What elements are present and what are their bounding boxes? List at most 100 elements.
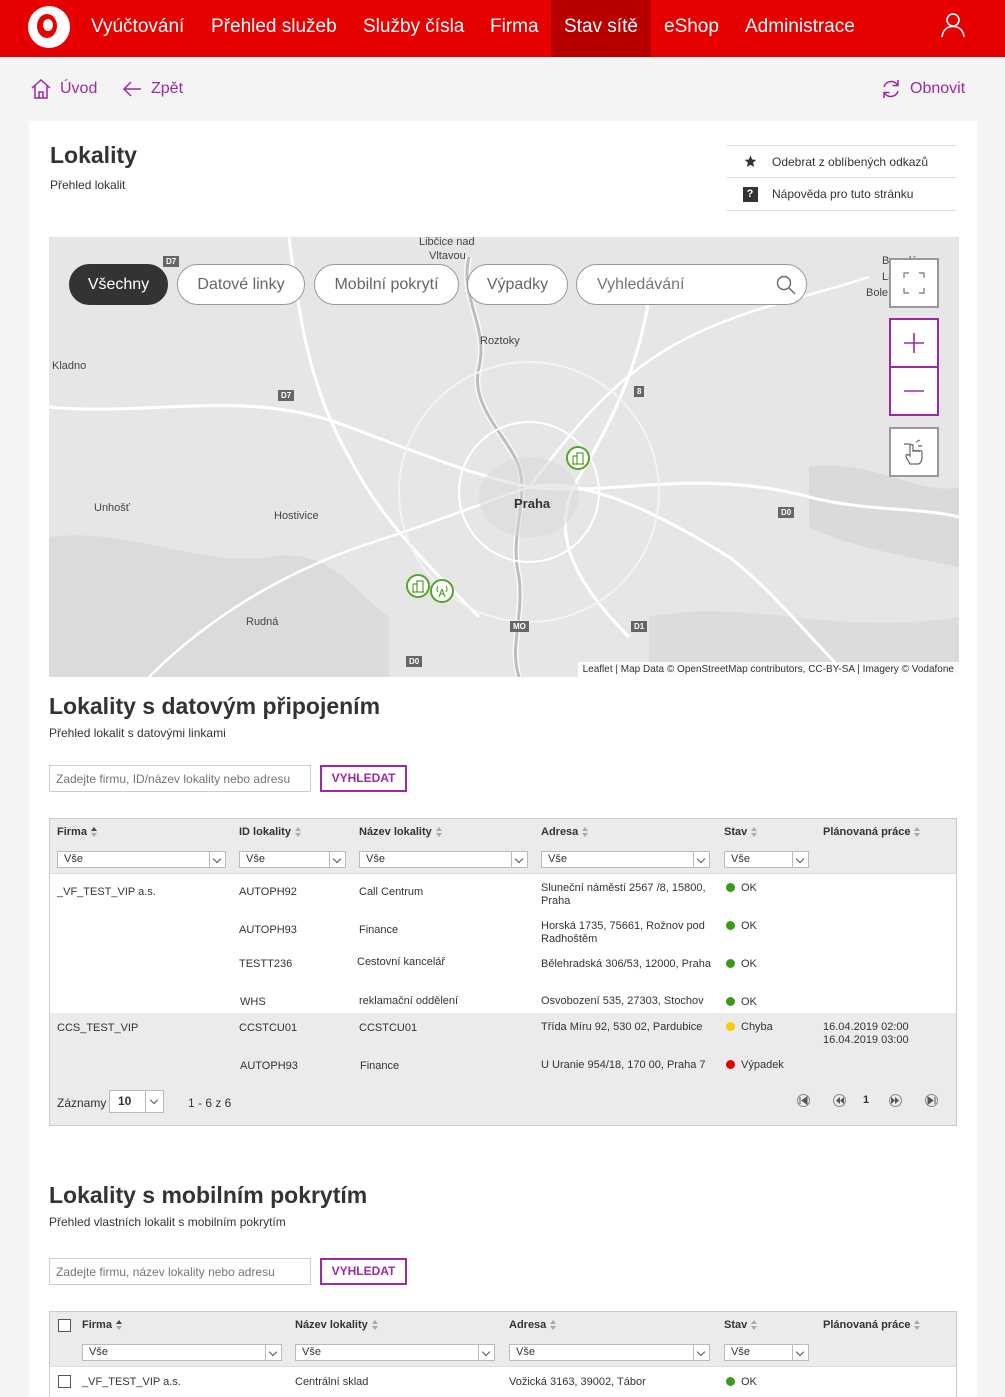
filter-select-adresa[interactable]: Vše (541, 851, 710, 868)
antenna-icon (436, 585, 448, 598)
location-marker-antenna[interactable] (430, 579, 454, 603)
hand-pointer-icon (904, 439, 923, 465)
filter-select-adresa[interactable]: Vše (509, 1344, 710, 1361)
filter-datove-linky[interactable]: Datové linky (177, 264, 305, 305)
nav-item-prehled-sluzeb[interactable]: Přehled služeb (211, 0, 337, 57)
sort-icon (115, 1319, 123, 1331)
sort-icon (914, 826, 921, 838)
nav-item-administrace[interactable]: Administrace (745, 0, 855, 57)
table-pager: Záznamy 10 1 - 6 z 6 1 (50, 1077, 956, 1125)
data-search-button[interactable]: VYHLEDAT (320, 765, 407, 792)
road-sign: 8 (634, 386, 645, 397)
chevron-down-icon (511, 852, 527, 867)
column-header-nazev[interactable]: Název lokality (359, 826, 443, 838)
help-link[interactable]: ? Nápověda pro tuto stránku (726, 178, 956, 211)
cell-nazev[interactable]: Cestovní kancelář (357, 956, 445, 968)
nav-item-stav-site[interactable]: Stav sítě (551, 0, 651, 57)
cell-nazev[interactable]: Call Centrum (359, 886, 423, 898)
filter-vsechny[interactable]: Všechny (69, 264, 168, 305)
filter-row: Vše Vše Vše Vše (50, 1339, 956, 1367)
column-header-id[interactable]: ID lokality (239, 826, 302, 838)
current-page[interactable]: 1 (863, 1094, 869, 1106)
nav-item-vyuctovani[interactable]: Vyúčtování (91, 0, 184, 57)
user-icon[interactable] (940, 12, 966, 38)
search-icon[interactable] (776, 275, 796, 295)
cell-nazev[interactable]: reklamační oddělení (359, 995, 458, 1007)
filter-select-firma[interactable]: Vše (57, 851, 226, 868)
first-page-button[interactable] (797, 1094, 810, 1107)
mobile-search-input[interactable] (49, 1258, 311, 1285)
row-checkbox[interactable] (58, 1375, 71, 1388)
vodafone-logo[interactable] (28, 6, 70, 48)
column-header-planovana-prace[interactable]: Plánovaná práce (823, 826, 921, 838)
column-header-firma[interactable]: Firma (57, 826, 98, 838)
filter-select-nazev[interactable]: Vše (359, 851, 528, 868)
select-all-checkbox[interactable] (58, 1319, 71, 1332)
previous-page-button[interactable] (833, 1094, 846, 1107)
first-page-icon (799, 1096, 808, 1105)
filter-select-firma[interactable]: Vše (82, 1344, 282, 1361)
page-size-select[interactable]: 10 (109, 1090, 164, 1113)
filter-select-stav[interactable]: Vše (724, 1344, 809, 1361)
remove-favorite-link[interactable]: Odebrat z oblíbených odkazů (726, 145, 956, 178)
cell-id[interactable]: AUTOPH92 (239, 886, 297, 898)
column-header-stav[interactable]: Stav (724, 826, 758, 838)
filter-vypadky[interactable]: Výpadky (467, 264, 568, 305)
status-ok-icon (726, 959, 735, 968)
cell-nazev[interactable]: Centrální sklad (295, 1376, 368, 1388)
nav-item-eshop[interactable]: eShop (664, 0, 719, 57)
home-link[interactable]: Úvod (30, 78, 97, 100)
zoom-in-button[interactable] (889, 318, 939, 368)
cell-planovana-prace-line2: 16.04.2019 03:00 (823, 1034, 909, 1046)
top-navigation: Vyúčtování Přehled služeb Služby čísla F… (0, 0, 1005, 57)
cell-id[interactable]: TESTT236 (239, 958, 292, 970)
column-header-adresa[interactable]: Adresa (509, 1319, 557, 1331)
refresh-link-label: Obnovit (910, 80, 966, 97)
zoom-out-button[interactable] (889, 366, 939, 416)
status-error-icon (726, 1060, 735, 1069)
nav-item-firma[interactable]: Firma (490, 0, 539, 57)
cell-id[interactable]: WHS (240, 996, 266, 1008)
filter-select-id[interactable]: Vše (239, 851, 346, 868)
column-header-adresa[interactable]: Adresa (541, 826, 589, 838)
refresh-link[interactable]: Obnovit (880, 78, 965, 100)
touch-pan-button[interactable] (889, 427, 939, 477)
last-page-button[interactable] (925, 1094, 938, 1107)
map-label-roztoky: Roztoky (480, 335, 520, 347)
cell-id[interactable]: AUTOPH93 (240, 1060, 298, 1072)
map-label-bole: Bole (866, 287, 889, 299)
map-search[interactable] (576, 264, 807, 305)
cell-nazev[interactable]: Finance (359, 924, 398, 936)
previous-page-icon (836, 1097, 844, 1104)
column-header-planovana-prace[interactable]: Plánovaná práce (823, 1319, 921, 1331)
map-search-input[interactable] (597, 275, 767, 295)
column-header-firma[interactable]: Firma (82, 1319, 123, 1331)
cell-id[interactable]: CCSTCU01 (239, 1022, 297, 1034)
column-header-stav[interactable]: Stav (724, 1319, 758, 1331)
cell-planovana-prace: 16.04.2019 02:00 (823, 1021, 909, 1033)
back-link[interactable]: Zpět (121, 78, 183, 100)
mobile-search-button[interactable]: VYHLEDAT (320, 1258, 407, 1285)
fullscreen-button[interactable] (889, 258, 939, 308)
sort-icon (550, 1319, 557, 1331)
filter-select-stav[interactable]: Vše (724, 851, 809, 868)
cell-id[interactable]: AUTOPH93 (239, 924, 297, 936)
cell-adresa: Horská 1735, 75661, Rožnov pod (541, 920, 705, 932)
next-page-button[interactable] (889, 1094, 902, 1107)
map-attribution: Leaflet | Map Data © OpenStreetMap contr… (577, 662, 959, 677)
map-label-kladno: Kladno (52, 360, 87, 372)
location-marker-building[interactable] (566, 446, 590, 470)
data-search-input[interactable] (49, 765, 311, 792)
nav-item-sluzby-cisla[interactable]: Služby čísla (363, 0, 464, 57)
cell-stav: OK (726, 996, 757, 1008)
filter-select-nazev[interactable]: Vše (295, 1344, 495, 1361)
filter-mobilni-pokryti[interactable]: Mobilní pokrytí (314, 264, 459, 305)
cell-nazev[interactable]: CCSTCU01 (359, 1022, 417, 1034)
location-marker-building[interactable] (406, 574, 430, 598)
cell-stav: Chyba (726, 1021, 773, 1033)
plus-icon (904, 333, 924, 353)
column-header-nazev[interactable]: Název lokality (295, 1319, 379, 1331)
map-view[interactable]: Libčice nad Vltavou Roztoky Kladno Praha… (49, 237, 959, 677)
cell-nazev[interactable]: Finance (360, 1060, 399, 1072)
chevron-down-icon (265, 1345, 281, 1360)
